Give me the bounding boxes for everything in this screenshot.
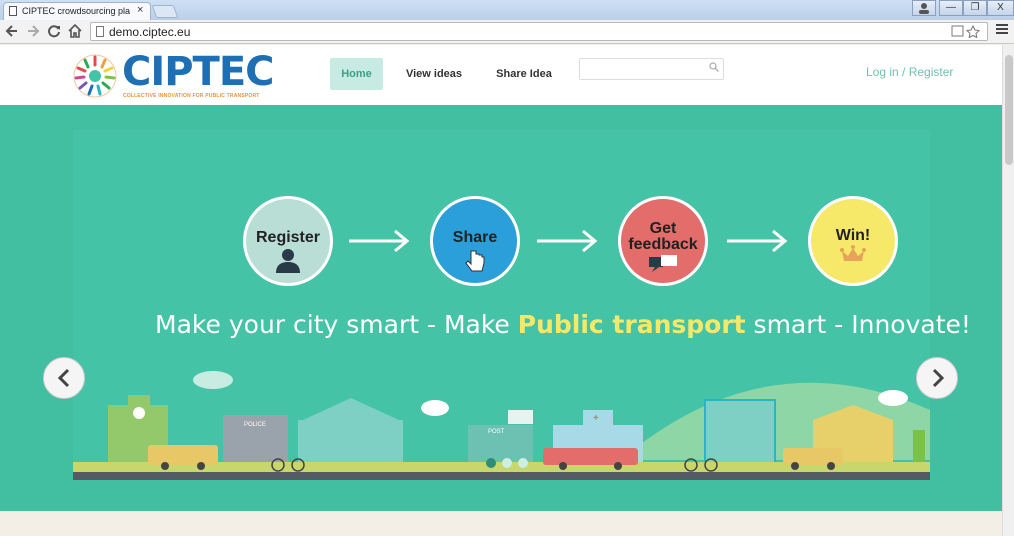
- carousel-indicators: [486, 455, 534, 473]
- forward-arrow-icon: [28, 25, 40, 37]
- url-text: demo.ciptec.eu: [109, 25, 191, 39]
- hero-tagline: Make your city smart - Make Public trans…: [73, 310, 1002, 339]
- tagline-text: smart - Innovate!: [745, 310, 971, 339]
- post-sign: POST: [488, 429, 505, 435]
- blimp-icon: [193, 371, 233, 389]
- scrollbar-thumb[interactable]: [1005, 55, 1013, 165]
- page-icon: [96, 26, 104, 37]
- step-label: Register: [255, 229, 321, 246]
- logo-people-icon[interactable]: [72, 53, 118, 99]
- forward-button[interactable]: [25, 23, 41, 39]
- page-icon: [9, 6, 17, 16]
- home-button[interactable]: [67, 23, 83, 39]
- carousel-dot-2[interactable]: [502, 458, 512, 468]
- carousel-dot-3[interactable]: [518, 458, 528, 468]
- reload-button[interactable]: [46, 23, 62, 39]
- restore-button[interactable]: ❐: [963, 0, 987, 16]
- person-icon: [276, 249, 300, 273]
- translate-star-icon[interactable]: [951, 24, 983, 39]
- step-label: Get feedback: [628, 220, 698, 253]
- back-button[interactable]: [4, 23, 20, 39]
- home-icon: [68, 23, 82, 38]
- tab-close-icon[interactable]: ×: [137, 4, 143, 16]
- nav-view-ideas[interactable]: View ideas: [398, 58, 470, 90]
- logo-tagline: COLLECTIVE INNOVATION FOR PUBLIC TRANSPO…: [123, 93, 260, 99]
- minimize-button[interactable]: —: [939, 0, 963, 16]
- tagline-text: Make your city smart - Make: [155, 310, 518, 339]
- arrow-icon: [537, 229, 598, 253]
- arrow-icon: [727, 229, 788, 253]
- user-icon: [919, 3, 929, 14]
- page-scrollbar[interactable]: [1002, 45, 1014, 536]
- step-register: Register: [243, 196, 333, 286]
- close-window-button[interactable]: X: [987, 0, 1014, 16]
- step-win: Win!: [808, 196, 898, 286]
- nav-share-idea[interactable]: Share Idea: [488, 58, 560, 90]
- new-tab-button[interactable]: [151, 5, 179, 18]
- browser-titlebar: CIPTEC crowdsourcing pla × — ❐ X: [0, 0, 1014, 20]
- back-arrow-icon: [5, 25, 17, 37]
- hero-banner: Register Share Get feedback Win! Make yo…: [0, 105, 1002, 511]
- chat-icon: [649, 255, 677, 272]
- content-area: [0, 511, 1002, 536]
- arrow-icon: [349, 229, 410, 253]
- nav-home[interactable]: Home: [330, 58, 383, 90]
- search-icon[interactable]: [709, 62, 719, 72]
- tagline-highlight: Public transport: [517, 310, 746, 339]
- browser-tab[interactable]: CIPTEC crowdsourcing pla ×: [3, 2, 151, 20]
- step-label: Share: [452, 229, 498, 246]
- crown-icon: [840, 245, 866, 261]
- svg-text:+: +: [593, 413, 599, 424]
- step-label: Win!: [835, 227, 871, 244]
- website: CIPTEC COLLECTIVE INNOVATION FOR PUBLIC …: [0, 45, 1002, 536]
- search-input[interactable]: [579, 58, 724, 80]
- step-get-feedback: Get feedback: [618, 196, 708, 286]
- reload-icon: [48, 25, 60, 38]
- chrome-menu-icon[interactable]: [996, 24, 1008, 36]
- tab-title: CIPTEC crowdsourcing pla: [22, 6, 131, 16]
- site-header: CIPTEC COLLECTIVE INNOVATION FOR PUBLIC …: [0, 45, 1002, 105]
- step-share: Share: [430, 196, 520, 286]
- carousel-dot-1[interactable]: [486, 458, 496, 468]
- omnibox-icons: [951, 24, 983, 41]
- police-sign: POLICE: [244, 422, 266, 428]
- site-logo-text[interactable]: CIPTEC: [122, 49, 275, 95]
- user-profile-button[interactable]: [912, 0, 936, 16]
- hand-cursor-icon: [465, 250, 485, 272]
- login-register-link[interactable]: Log in / Register: [866, 65, 953, 79]
- browser-toolbar: demo.ciptec.eu: [0, 20, 1014, 44]
- address-bar[interactable]: demo.ciptec.eu: [90, 22, 988, 41]
